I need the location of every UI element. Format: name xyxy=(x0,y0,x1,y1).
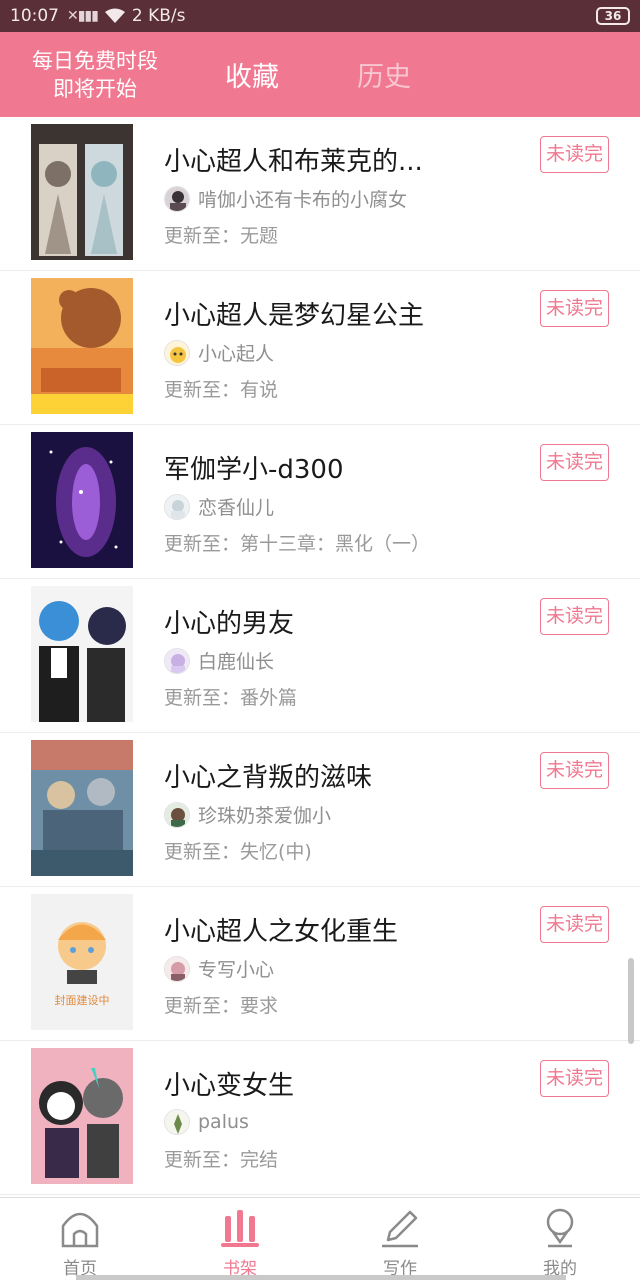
author-row: palus xyxy=(164,1109,249,1135)
profile-icon xyxy=(546,1208,574,1248)
author-name: 白鹿仙长 xyxy=(198,651,275,673)
home-indicator xyxy=(76,1275,566,1280)
author-avatar xyxy=(164,647,190,674)
author-row: 白鹿仙长 xyxy=(164,647,274,674)
status-bar: 10:07 ✕▮▮▮ 2 KB/s 36 xyxy=(0,0,640,32)
author-avatar xyxy=(164,801,190,828)
author-name: palus xyxy=(198,1111,249,1133)
author-avatar xyxy=(164,185,190,212)
list-item[interactable]: 军伽学小-d300 恋香仙儿 更新至：第十三章：黑化（一） 未读完 xyxy=(0,425,640,579)
author-name: 恋香仙儿 xyxy=(198,497,275,519)
tab-history[interactable]: 历史 xyxy=(327,55,441,94)
book-title[interactable]: 小心之背叛的滋味 xyxy=(164,757,372,794)
author-name: 啃伽小还有卡布的小腐女 xyxy=(198,189,408,211)
nav-bookshelf[interactable]: 书架 xyxy=(160,1198,320,1280)
home-icon xyxy=(61,1212,99,1248)
author-name: 珍珠奶茶爱伽小 xyxy=(198,805,332,827)
pen-icon xyxy=(382,1210,418,1248)
update-status: 更新至：完结 xyxy=(164,1149,279,1171)
book-cover[interactable] xyxy=(31,124,133,260)
author-avatar xyxy=(164,955,190,982)
author-row: 专写小心 xyxy=(164,955,274,982)
unread-badge: 未读完 xyxy=(540,906,609,943)
author-row: 恋香仙儿 xyxy=(164,493,274,520)
book-cover[interactable] xyxy=(31,586,133,722)
unread-badge: 未读完 xyxy=(540,1060,609,1097)
author-row: 啃伽小还有卡布的小腐女 xyxy=(164,185,407,212)
unread-badge: 未读完 xyxy=(540,136,609,173)
book-cover[interactable] xyxy=(31,278,133,414)
author-avatar xyxy=(164,493,190,520)
list-item[interactable]: 小心之背叛的滋味 珍珠奶茶爱伽小 更新至：失忆(中) 未读完 xyxy=(0,733,640,887)
book-cover[interactable] xyxy=(31,1048,133,1184)
nav-home[interactable]: 首页 xyxy=(0,1198,160,1280)
list-item[interactable]: 小心超人是梦幻星公主 小心起人 更新至：有说 未读完 xyxy=(0,271,640,425)
book-title[interactable]: 小心变女生 xyxy=(164,1065,294,1102)
update-status: 更新至：失忆(中) xyxy=(164,841,312,863)
book-cover[interactable] xyxy=(31,432,133,568)
book-title[interactable]: 小心超人和布莱克的... xyxy=(164,141,423,178)
update-status: 更新至：无题 xyxy=(164,225,279,247)
tab-favorites[interactable]: 收藏 xyxy=(195,55,309,94)
author-avatar xyxy=(164,339,190,366)
unread-badge: 未读完 xyxy=(540,752,609,789)
book-cover[interactable] xyxy=(31,740,133,876)
scrollbar[interactable] xyxy=(628,958,634,1044)
header: 每日免费时段 即将开始 收藏 历史 xyxy=(0,32,640,117)
battery-icon: 36 xyxy=(596,7,630,25)
update-status: 更新至：有说 xyxy=(164,379,279,401)
unread-badge: 未读完 xyxy=(540,444,609,481)
bookshelf-list: 小心超人和布莱克的... 啃伽小还有卡布的小腐女 更新至：无题 未读完 小心超人… xyxy=(0,117,640,1195)
author-avatar xyxy=(164,1109,190,1135)
list-item[interactable]: 封面建设中 小心超人之女化重生 专写小心 更新至：要求 未读完 xyxy=(0,887,640,1041)
free-time-promo[interactable]: 每日免费时段 即将开始 xyxy=(0,47,190,103)
promo-line-2: 即将开始 xyxy=(53,76,137,101)
net-speed: 2 KB/s xyxy=(131,6,186,26)
bookshelf-icon xyxy=(221,1210,259,1247)
update-status: 更新至：要求 xyxy=(164,995,279,1017)
author-row: 小心起人 xyxy=(164,339,274,366)
book-title[interactable]: 小心超人之女化重生 xyxy=(164,911,398,948)
list-item[interactable]: 小心超人和布莱克的... 啃伽小还有卡布的小腐女 更新至：无题 未读完 xyxy=(0,117,640,271)
update-status: 更新至：番外篇 xyxy=(164,687,298,709)
wifi-icon xyxy=(104,8,126,24)
nav-write[interactable]: 写作 xyxy=(320,1198,480,1280)
list-item[interactable]: 小心变女生 palus 更新至：完结 未读完 xyxy=(0,1041,640,1195)
author-name: 小心起人 xyxy=(198,343,275,365)
author-name: 专写小心 xyxy=(198,959,275,981)
signal-icon: ✕▮▮▮ xyxy=(67,8,99,24)
author-row: 珍珠奶茶爱伽小 xyxy=(164,801,331,828)
book-title[interactable]: 小心的男友 xyxy=(164,603,294,640)
cover-placeholder-text: 封面建设中 xyxy=(55,993,110,1007)
update-status: 更新至：第十三章：黑化（一） xyxy=(164,533,431,555)
nav-profile[interactable]: 我的 xyxy=(480,1198,640,1280)
unread-badge: 未读完 xyxy=(540,290,609,327)
list-item[interactable]: 小心的男友 白鹿仙长 更新至：番外篇 未读完 xyxy=(0,579,640,733)
bottom-nav: 首页 书架 写作 我的 xyxy=(0,1197,640,1280)
book-title[interactable]: 小心超人是梦幻星公主 xyxy=(164,295,424,332)
book-title[interactable]: 军伽学小-d300 xyxy=(164,449,344,486)
status-time: 10:07 xyxy=(10,6,59,26)
unread-badge: 未读完 xyxy=(540,598,609,635)
promo-line-1: 每日免费时段 xyxy=(32,48,158,73)
book-cover[interactable]: 封面建设中 xyxy=(31,894,133,1030)
